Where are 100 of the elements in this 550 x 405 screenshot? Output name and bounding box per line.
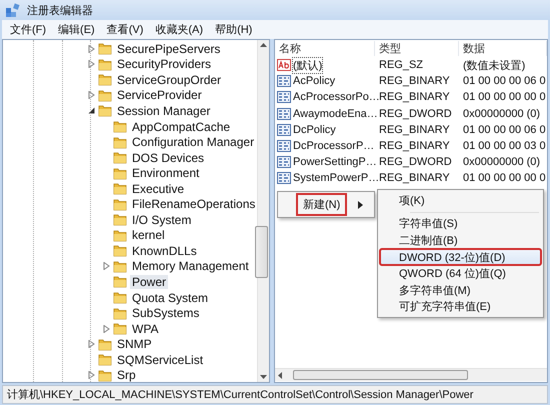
expand-arrow-icon[interactable] [88, 44, 94, 53]
tree-item[interactable]: Quota System [130, 290, 210, 305]
tree-item[interactable]: SQMServiceList [115, 352, 206, 367]
binary-value-icon [277, 108, 291, 120]
folder-icon [113, 182, 127, 196]
tree-item[interactable]: SubSystems [130, 306, 202, 320]
expand-arrow-icon[interactable] [88, 60, 94, 68]
menu-item[interactable]: QWORD (64 位)值(Q) [380, 265, 541, 282]
expand-arrow-icon[interactable] [88, 371, 94, 380]
expand-arrow-icon[interactable] [88, 340, 94, 348]
menu-item[interactable]: 字符串值(S) [380, 216, 541, 232]
tree-item[interactable]: Srp [115, 368, 138, 382]
menu-item[interactable]: 帮助(H) [211, 22, 260, 37]
menu-item[interactable]: 项(K) [380, 192, 541, 209]
menu-item[interactable]: 多字符串值(M) [380, 282, 541, 299]
value-name[interactable]: AcProcessorPo… [293, 91, 380, 104]
folder-icon [113, 291, 127, 304]
folder-icon [113, 260, 127, 273]
value-name[interactable]: (默认) [293, 58, 322, 73]
tree-item[interactable]: SNMP [115, 337, 154, 352]
table-cell-text: REG_SZ [378, 59, 424, 72]
tree-item[interactable]: Executive [130, 182, 186, 196]
folder-icon [98, 73, 112, 86]
tree-item[interactable]: Memory Management [130, 259, 251, 274]
value-name[interactable]: AcPolicy [293, 75, 336, 88]
value-name[interactable]: SystemPowerP… [293, 172, 380, 184]
table-cell-text: 01 00 00 00 06 0 [462, 75, 547, 88]
expand-arrow-icon[interactable] [102, 262, 110, 270]
tree-item[interactable]: DOS Devices [130, 150, 206, 165]
tree-item[interactable]: KnownDLLs [130, 244, 199, 258]
scroll-thumb[interactable] [255, 226, 268, 278]
binary-value-icon [277, 75, 291, 88]
folder-icon [98, 42, 112, 56]
binary-value-icon [277, 124, 291, 136]
folder-icon [113, 120, 127, 133]
table-cell-text: REG_BINARY [378, 140, 451, 152]
table-cell-text: 01 00 00 00 06 0 [462, 124, 547, 136]
folder-icon [98, 368, 112, 382]
expand-arrow-icon[interactable] [102, 324, 110, 333]
table-cell-text: REG_BINARY [378, 75, 451, 88]
tree-item[interactable]: Configuration Manager [130, 135, 256, 150]
table-cell-text: 01 00 00 00 00 0 [462, 91, 547, 104]
table-cell-text: 0x00000000 (0) [462, 108, 542, 120]
tree-item[interactable]: Session Manager [115, 104, 212, 118]
folder-icon [113, 198, 127, 211]
binary-value-icon [277, 172, 291, 184]
table-cell-text: REG_DWORD [378, 108, 453, 120]
binary-value-icon [277, 91, 291, 104]
folder-icon [113, 136, 127, 149]
value-name[interactable]: DcPolicy [293, 124, 336, 136]
scrollbar[interactable] [275, 368, 547, 381]
scroll-left-icon[interactable] [278, 372, 282, 378]
tree-item[interactable]: ServiceGroupOrder [115, 72, 224, 87]
tree-item[interactable]: Power [130, 274, 168, 289]
menu-item[interactable]: 新建(N) [280, 194, 372, 215]
binary-value-icon [277, 156, 291, 168]
value-name[interactable]: PowerSettingP… [293, 156, 377, 168]
folder-icon [113, 228, 127, 242]
tree-item[interactable]: AppCompatCache [130, 120, 232, 134]
menu-item[interactable]: 文件(F) [6, 22, 54, 37]
menu-item[interactable]: 收藏夹(A) [151, 22, 212, 37]
tree-item[interactable]: FileRenameOperations [130, 197, 258, 212]
scroll-down-icon[interactable] [260, 375, 268, 379]
tree-item[interactable]: kernel [130, 228, 167, 242]
menu-item[interactable]: DWORD (32-位)值(D) [380, 248, 541, 266]
folder-icon [98, 88, 112, 102]
tree-item[interactable]: WPA [130, 322, 160, 336]
window-title: 注册表编辑器 [27, 4, 93, 18]
value-name[interactable]: AwaymodeEna… [293, 108, 378, 120]
value-name[interactable]: DcProcessorP… [293, 140, 374, 152]
column-header[interactable]: 名称 [275, 41, 375, 56]
collapse-arrow-icon[interactable] [88, 107, 94, 114]
tree-item[interactable]: I/O System [130, 212, 194, 227]
scroll-up-icon[interactable] [260, 43, 268, 47]
folder-icon [113, 275, 127, 288]
menu-item[interactable]: 编辑(E) [54, 22, 103, 37]
app-icon [5, 2, 21, 18]
scroll-thumb[interactable] [293, 370, 468, 380]
table-cell-text: REG_BINARY [378, 172, 451, 184]
folder-icon [113, 322, 127, 336]
table-cell-text: (数值未设置) [462, 58, 526, 73]
column-header[interactable]: 数据 [459, 41, 547, 56]
tree-item[interactable]: ServiceProvider [115, 88, 204, 102]
menu-item[interactable]: 可扩充字符串值(E) [380, 298, 541, 316]
binary-value-icon [277, 140, 291, 152]
menu-item[interactable]: 查看(V) [102, 22, 152, 37]
table-cell-text: REG_BINARY [378, 124, 451, 136]
tree-item[interactable]: SecurePipeServers [115, 42, 222, 56]
expand-arrow-icon[interactable] [88, 91, 94, 100]
string-value-icon [277, 59, 291, 72]
folder-icon [113, 244, 127, 258]
folder-icon [98, 338, 112, 351]
folder-icon [98, 104, 112, 118]
menu-item[interactable]: 二进制值(B) [380, 232, 541, 249]
tree-item[interactable]: Environment [130, 166, 202, 180]
folder-icon [113, 166, 127, 180]
folder-icon [98, 58, 112, 71]
column-header[interactable]: 类型 [375, 41, 459, 56]
table-cell-text: 01 00 00 00 00 0 [462, 172, 547, 184]
tree-item[interactable]: SecurityProviders [115, 57, 214, 72]
